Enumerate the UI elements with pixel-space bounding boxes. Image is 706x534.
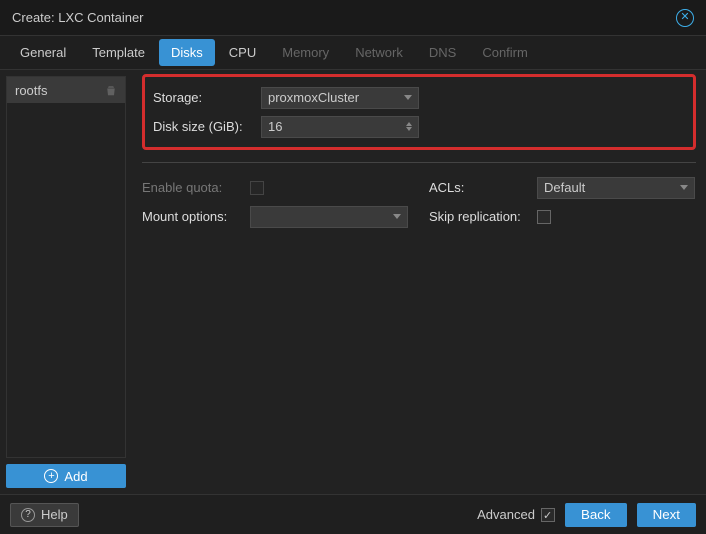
tab-network: Network [343, 39, 415, 66]
back-button[interactable]: Back [565, 503, 627, 527]
help-icon: ? [21, 508, 35, 522]
tab-general[interactable]: General [8, 39, 78, 66]
advanced-columns: Enable quota: Mount options: ACLs: Defau… [142, 173, 696, 231]
tabbar: General Template Disks CPU Memory Networ… [0, 36, 706, 70]
enable-quota-row: Enable quota: [142, 173, 409, 202]
skip-replication-checkbox[interactable] [537, 210, 551, 224]
disk-form: Storage: proxmoxCluster Disk size (GiB):… [132, 70, 706, 494]
advanced-toggle[interactable]: Advanced [477, 507, 555, 522]
tab-disks[interactable]: Disks [159, 39, 215, 66]
enable-quota-checkbox [250, 181, 264, 195]
footer: ? Help Advanced Back Next [0, 494, 706, 534]
disksize-label: Disk size (GiB): [153, 119, 261, 134]
window-title: Create: LXC Container [12, 10, 144, 25]
chevron-down-icon [393, 214, 401, 219]
acls-label: ACLs: [429, 180, 537, 195]
enable-quota-label: Enable quota: [142, 180, 250, 195]
disksize-input[interactable]: 16 [261, 116, 419, 138]
disk-item-rootfs[interactable]: rootfs [7, 77, 125, 103]
advanced-label: Advanced [477, 507, 535, 522]
close-icon: ✕ [680, 12, 689, 23]
add-disk-button[interactable]: + Add [6, 464, 126, 488]
skip-replication-row: Skip replication: [429, 202, 696, 231]
acls-row: ACLs: Default [429, 173, 696, 202]
footer-right: Advanced Back Next [477, 503, 696, 527]
left-column: Enable quota: Mount options: [142, 173, 409, 231]
chevron-down-icon [680, 185, 688, 190]
storage-row: Storage: proxmoxCluster [153, 83, 685, 112]
help-label: Help [41, 507, 68, 522]
titlebar: Create: LXC Container ✕ [0, 0, 706, 36]
tab-cpu[interactable]: CPU [217, 39, 268, 66]
mount-options-row: Mount options: [142, 202, 409, 231]
tab-confirm: Confirm [470, 39, 540, 66]
disksize-row: Disk size (GiB): 16 [153, 112, 685, 141]
close-button[interactable]: ✕ [676, 9, 694, 27]
acls-value: Default [544, 180, 585, 195]
divider [142, 162, 696, 163]
tab-memory: Memory [270, 39, 341, 66]
storage-value: proxmoxCluster [268, 90, 359, 105]
main-area: rootfs + Add Storage: proxmoxCluster Dis… [0, 70, 706, 494]
help-button[interactable]: ? Help [10, 503, 79, 527]
tab-template[interactable]: Template [80, 39, 157, 66]
disksize-value: 16 [268, 119, 282, 134]
mount-options-select[interactable] [250, 206, 408, 228]
disk-list: rootfs [6, 76, 126, 458]
storage-label: Storage: [153, 90, 261, 105]
chevron-down-icon [404, 95, 412, 100]
next-button[interactable]: Next [637, 503, 696, 527]
right-column: ACLs: Default Skip replication: [429, 173, 696, 231]
highlighted-section: Storage: proxmoxCluster Disk size (GiB):… [142, 74, 696, 150]
add-disk-label: Add [64, 469, 87, 484]
advanced-checkbox[interactable] [541, 508, 555, 522]
spinner-icon [406, 122, 412, 131]
disk-sidebar: rootfs + Add [0, 70, 132, 494]
skip-replication-label: Skip replication: [429, 209, 537, 224]
tab-dns: DNS [417, 39, 468, 66]
storage-select[interactable]: proxmoxCluster [261, 87, 419, 109]
acls-select[interactable]: Default [537, 177, 695, 199]
plus-icon: + [44, 469, 58, 483]
trash-icon [105, 84, 117, 96]
mount-options-label: Mount options: [142, 209, 250, 224]
disk-item-label: rootfs [15, 83, 48, 98]
